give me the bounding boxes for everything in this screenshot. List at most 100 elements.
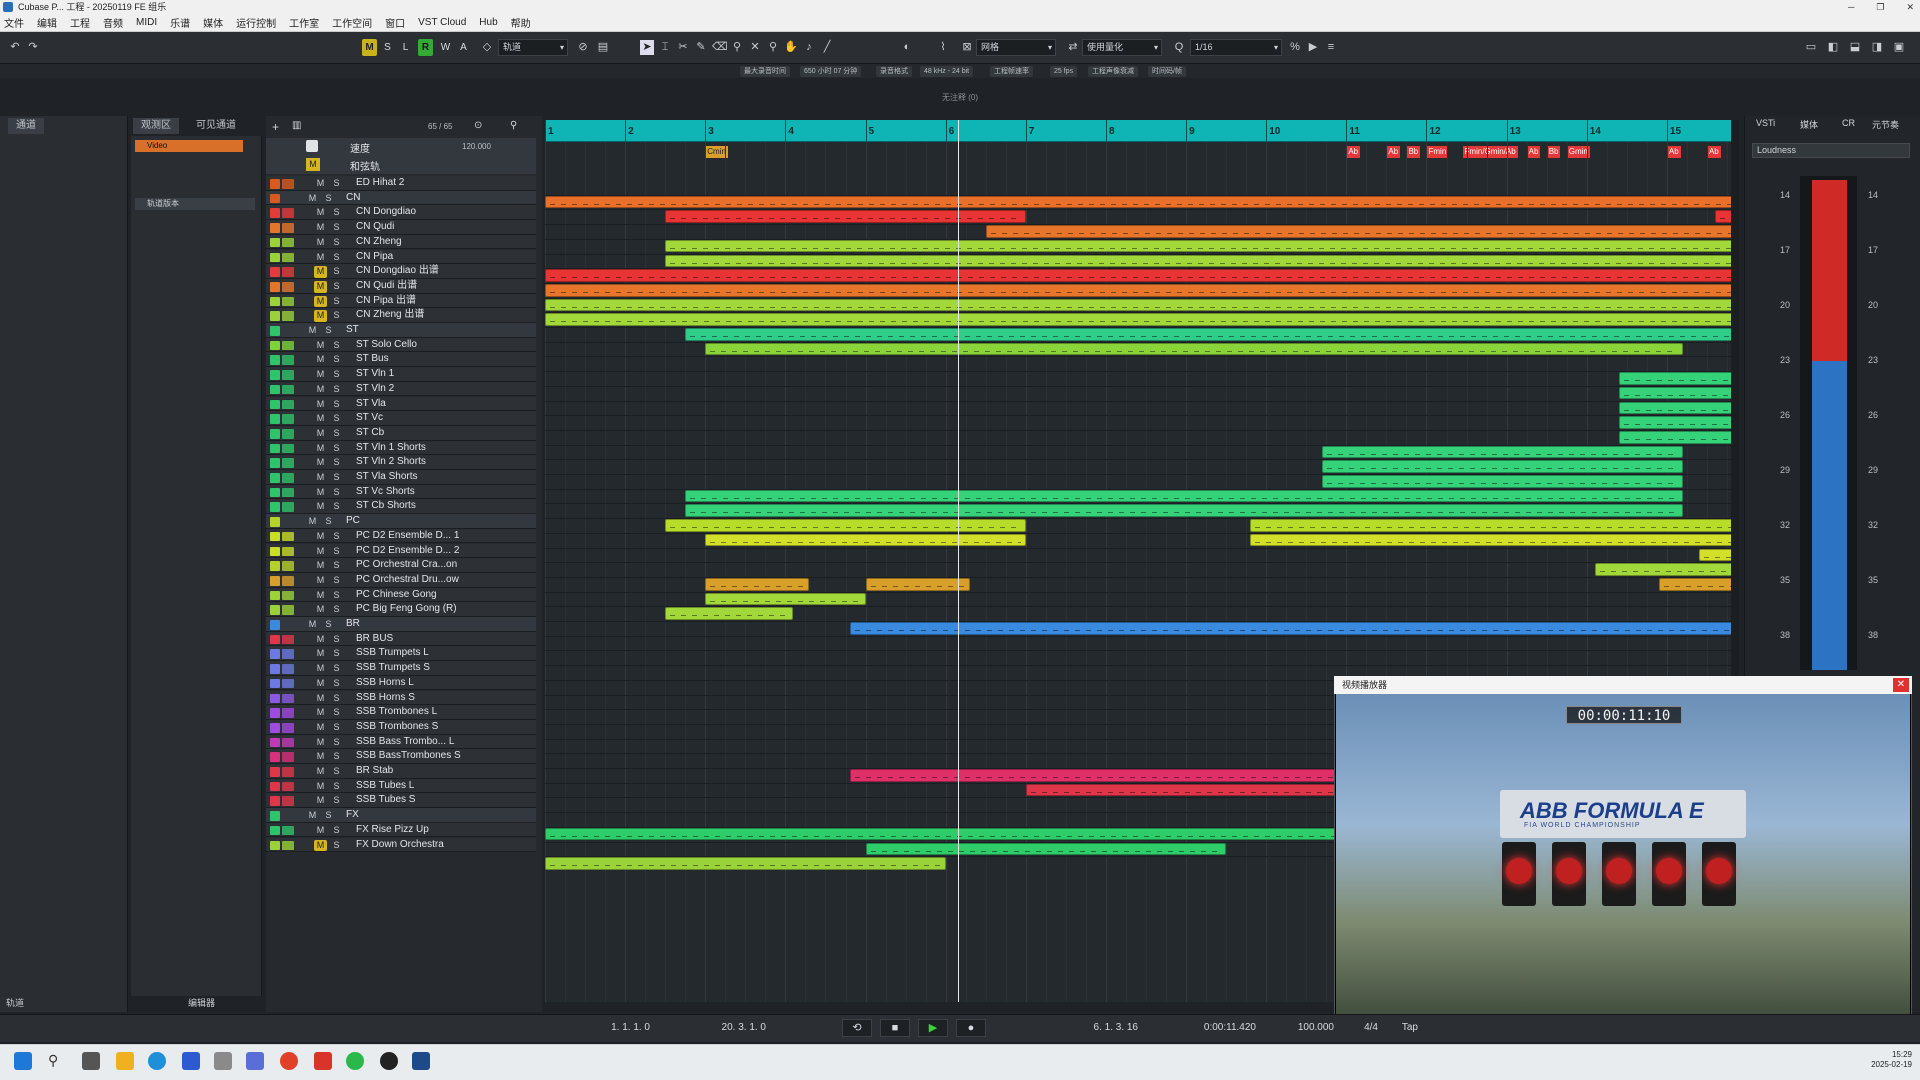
track-color-swatch[interactable] xyxy=(270,223,280,233)
notes-app-icon[interactable] xyxy=(246,1052,264,1070)
folder-icon[interactable] xyxy=(270,517,280,527)
track-solo-button[interactable]: S xyxy=(330,207,343,219)
track-mute-button[interactable]: M xyxy=(314,678,327,690)
midi-part[interactable] xyxy=(665,239,1731,253)
qq-icon[interactable] xyxy=(380,1052,398,1070)
menu-item-2[interactable]: 工程 xyxy=(70,15,90,30)
track-mute-button[interactable]: M xyxy=(314,751,327,763)
search-icon[interactable]: ⚲ xyxy=(48,1052,66,1070)
tempo-field[interactable]: 100.000 xyxy=(1282,1020,1334,1036)
midi-part[interactable] xyxy=(1714,210,1731,224)
track-color-swatch[interactable] xyxy=(270,693,280,704)
stop-button[interactable]: ■ xyxy=(880,1019,910,1037)
tab-observation[interactable]: 观测区 xyxy=(133,118,179,134)
midi-part[interactable] xyxy=(705,533,1026,547)
track-row[interactable]: M S ST Vc Shorts xyxy=(266,484,536,500)
track-row[interactable]: M S CN Zheng xyxy=(266,234,536,250)
track-row[interactable]: M S BR BUS xyxy=(266,631,536,647)
track-color-swatch[interactable] xyxy=(270,664,280,674)
midi-part[interactable] xyxy=(545,269,1731,282)
track-color-swatch[interactable] xyxy=(270,208,280,219)
track-color-swatch[interactable] xyxy=(270,355,280,366)
track-color-swatch[interactable] xyxy=(270,237,280,248)
track-mute-button[interactable]: M xyxy=(314,501,327,513)
track-mute-button[interactable]: M xyxy=(314,825,327,837)
layout-full-icon[interactable]: ▣ xyxy=(1892,40,1906,55)
folder-track[interactable]: M S ST xyxy=(266,323,536,338)
folder-track[interactable]: M S CN xyxy=(266,190,536,206)
midi-part[interactable] xyxy=(545,857,946,870)
track-solo-button[interactable]: S xyxy=(330,678,343,690)
track-solo-button[interactable]: S xyxy=(330,266,343,278)
menu-item-13[interactable]: 帮助 xyxy=(511,15,531,30)
task-view-icon[interactable] xyxy=(82,1052,100,1070)
midi-part[interactable] xyxy=(1250,519,1731,532)
layout-left-icon[interactable]: ◧ xyxy=(1826,40,1840,55)
midi-part[interactable] xyxy=(665,607,794,620)
left-locator[interactable]: 1. 1. 1. 0 xyxy=(560,1020,650,1036)
track-solo-button[interactable]: S xyxy=(330,634,343,646)
track-solo-button[interactable]: S xyxy=(322,193,335,205)
track-solo-button[interactable]: S xyxy=(330,354,343,366)
midi-part[interactable] xyxy=(545,195,1731,209)
track-solo-button[interactable]: S xyxy=(330,252,343,264)
track-color-swatch[interactable] xyxy=(270,561,280,571)
track-color-swatch[interactable] xyxy=(270,737,280,748)
track-color-swatch[interactable] xyxy=(270,531,280,542)
midi-part[interactable] xyxy=(1250,533,1731,547)
track-row[interactable]: M S ST Vla Shorts xyxy=(266,470,536,485)
track-solo-button[interactable]: S xyxy=(330,737,343,749)
listen-button[interactable]: L xyxy=(398,39,413,56)
track-solo-button[interactable]: S xyxy=(330,693,343,705)
track-color-swatch[interactable] xyxy=(270,825,280,836)
track-solo-button[interactable]: S xyxy=(330,472,343,484)
midi-part[interactable] xyxy=(665,210,1026,224)
midi-part[interactable] xyxy=(1658,577,1731,591)
track-mute-button[interactable]: M xyxy=(314,839,327,852)
layout-icon[interactable]: ▭ xyxy=(1804,40,1818,55)
track-color-swatch[interactable] xyxy=(270,752,280,762)
record-button[interactable]: ● xyxy=(956,1019,986,1037)
snap-type-icon[interactable]: ⊠ xyxy=(960,40,974,55)
track-row[interactable]: M S CN Qudi xyxy=(266,220,536,235)
draw-tool-icon[interactable]: ✎ xyxy=(694,40,708,55)
zoom-tool-icon[interactable]: ⚲ xyxy=(766,40,780,55)
track-row[interactable]: M S PC Orchestral Cra...on xyxy=(266,558,536,573)
add-track-icon[interactable]: + xyxy=(272,120,279,134)
file-explorer-icon[interactable] xyxy=(116,1052,134,1070)
minimize-icon[interactable]: ─ xyxy=(1848,0,1854,14)
cycle-button[interactable]: ⟲ xyxy=(842,1019,872,1037)
track-color-swatch[interactable] xyxy=(270,252,280,263)
tap-tempo-button[interactable]: Tap xyxy=(1394,1020,1418,1036)
write-automation-button[interactable]: W xyxy=(438,39,453,56)
track-solo-button[interactable]: S xyxy=(330,399,343,411)
tab-control-room[interactable]: CR xyxy=(1842,118,1855,128)
folder-track[interactable]: M S FX xyxy=(266,808,536,823)
track-color-swatch[interactable] xyxy=(270,767,280,777)
object-selection-tool-icon[interactable]: ➤ xyxy=(640,40,654,55)
iterative-quantize-icon[interactable]: % xyxy=(1288,40,1302,55)
menu-item-3[interactable]: 音频 xyxy=(103,15,123,30)
track-row[interactable]: M S ST Vc xyxy=(266,411,536,426)
midi-part[interactable] xyxy=(545,283,1731,297)
line-tool-icon[interactable]: ╱ xyxy=(820,40,834,55)
track-row[interactable]: M S PC Big Feng Gong (R) xyxy=(266,602,536,617)
track-row[interactable]: M S SSB BassTrombones S xyxy=(266,749,536,764)
track-mute-button[interactable]: M xyxy=(314,795,327,807)
track-color-swatch[interactable] xyxy=(270,458,280,468)
midi-part[interactable] xyxy=(1322,460,1683,473)
menu-item-8[interactable]: 工作室 xyxy=(289,15,319,30)
playhead-cursor[interactable] xyxy=(958,120,959,1002)
track-mute-button[interactable]: M xyxy=(314,722,327,734)
midi-part[interactable] xyxy=(1698,548,1731,562)
split-tool-icon[interactable]: ✂ xyxy=(676,40,690,55)
track-color-swatch[interactable] xyxy=(270,634,280,645)
position-bars[interactable]: 6. 1. 3. 16 xyxy=(1040,1020,1138,1036)
tab-visible-channels[interactable]: 可见通道 xyxy=(188,118,244,134)
track-solo-button[interactable]: S xyxy=(330,751,343,763)
track-solo-button[interactable]: S xyxy=(330,781,343,793)
midi-part[interactable] xyxy=(705,592,866,606)
track-search-icon[interactable]: ⚲ xyxy=(510,120,517,131)
track-row[interactable]: M S FX Rise Pizz Up xyxy=(266,822,536,838)
track-mute-button[interactable]: M xyxy=(314,295,327,308)
